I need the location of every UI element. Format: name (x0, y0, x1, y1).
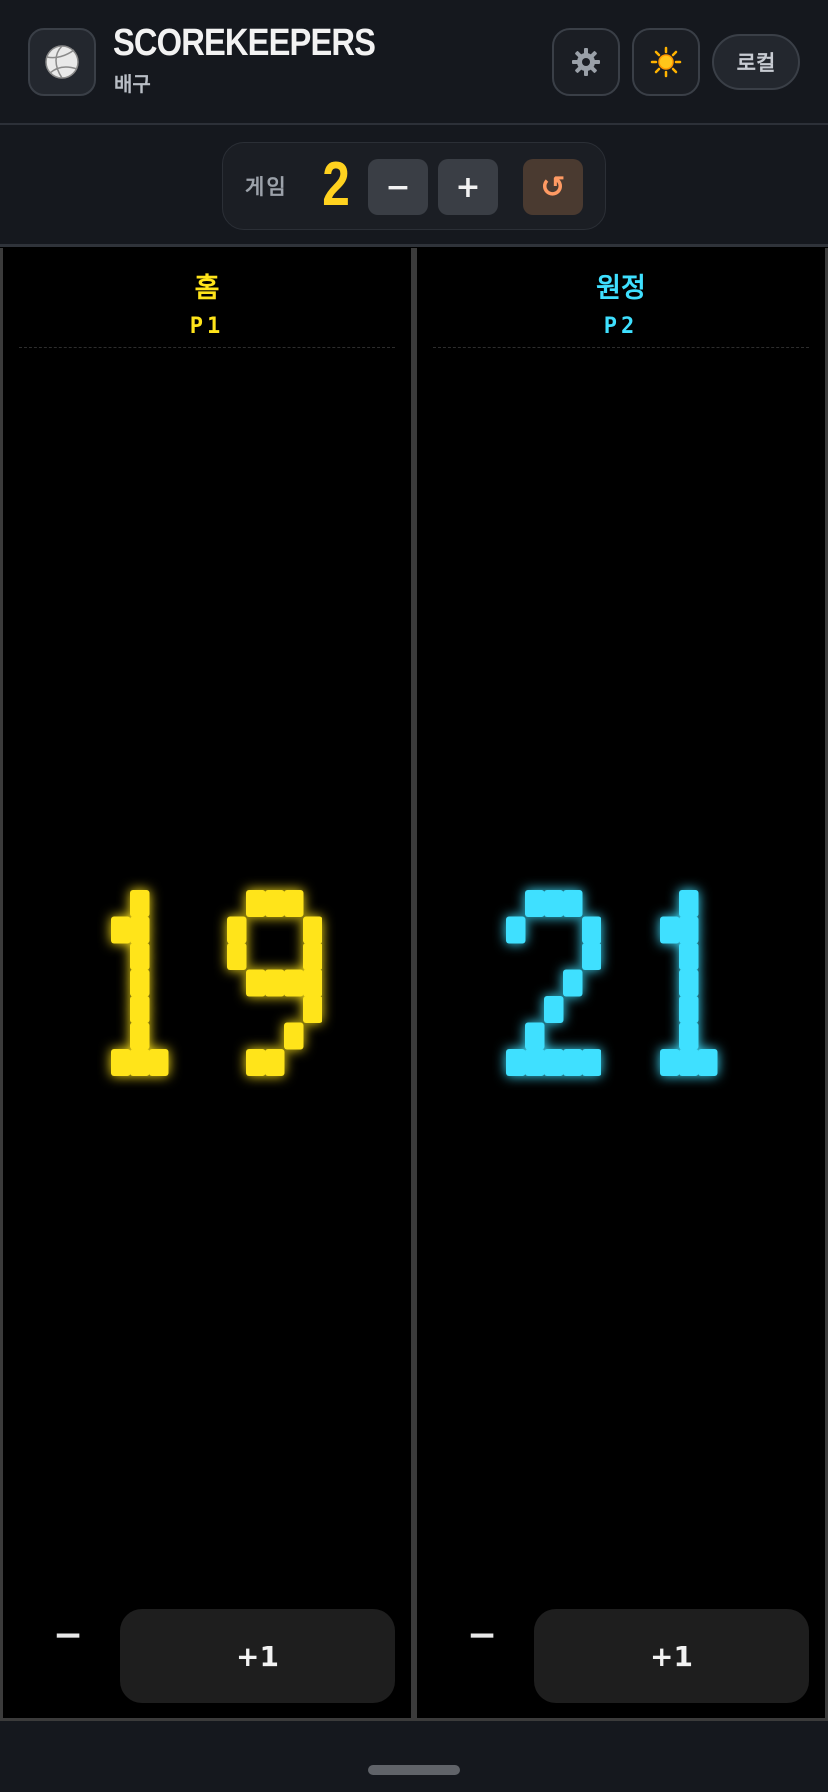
game-label: 게임 (245, 175, 288, 199)
digit-segment (506, 916, 526, 944)
sport-subtitle: 배구 (114, 72, 151, 96)
digit-segment (265, 890, 285, 917)
digit-segment (679, 916, 699, 944)
digit-segment (679, 969, 699, 997)
digit-segment (544, 1049, 564, 1076)
away-team-panel[interactable]: 원정 P2 − +1 (414, 248, 828, 1720)
digit-segment (303, 996, 322, 1023)
digit-segment (265, 969, 285, 997)
digit-segment (544, 890, 564, 917)
theme-toggle-button[interactable] (632, 28, 700, 96)
digit-segment (246, 1049, 266, 1076)
digit-segment (525, 890, 545, 917)
game-bar-section: 게임 2 − + ↺ (0, 125, 828, 247)
app-title: SCOREKEEPERS (113, 22, 376, 64)
top-header: SCOREKEEPERS 배구 로컬 (0, 0, 828, 125)
digit-segment (563, 1049, 583, 1076)
divider (433, 347, 809, 348)
player-tag: P1 (189, 314, 225, 339)
digit-segment (130, 969, 150, 997)
digit-segment (679, 890, 699, 917)
divider (19, 347, 395, 348)
digit-segment (698, 1049, 718, 1076)
digit-segment (111, 1049, 131, 1076)
home-minus-button[interactable]: − (33, 1610, 103, 1660)
team-name: 홈 (194, 273, 220, 304)
digit-segment (284, 890, 304, 917)
digit-segment (582, 916, 601, 944)
digit-segment (563, 890, 583, 917)
digit-segment (130, 1049, 150, 1076)
game-number: 2 (322, 150, 350, 219)
digit-segment (130, 943, 150, 970)
digit-segment (679, 1022, 699, 1050)
digit-segment (303, 916, 322, 944)
score-digit (506, 890, 601, 1076)
away-minus-button[interactable]: − (447, 1610, 517, 1660)
app: SCOREKEEPERS 배구 로컬 게임 2 − + ↺ 홈 P1 − +1 … (0, 0, 828, 1792)
home-indicator[interactable] (368, 1765, 460, 1775)
sun-icon (650, 46, 682, 78)
game-decrement-button[interactable]: − (368, 159, 428, 215)
score-digit (227, 890, 322, 1076)
player-tag: P2 (603, 314, 639, 339)
digit-segment (265, 1049, 285, 1076)
digit-segment (525, 1022, 545, 1050)
digit-segment (582, 1049, 601, 1076)
volleyball-icon (45, 45, 79, 79)
local-mode-button[interactable]: 로컬 (712, 34, 800, 90)
digit-segment (660, 916, 680, 944)
digit-segment (679, 1049, 699, 1076)
digit-segment (303, 969, 322, 997)
game-control-bar: 게임 2 − + ↺ (222, 142, 606, 230)
digit-segment (303, 943, 322, 970)
game-increment-button[interactable]: + (438, 159, 498, 215)
digit-segment (149, 1049, 169, 1076)
digit-segment (130, 890, 150, 917)
digit-segment (679, 943, 699, 970)
reset-button[interactable]: ↺ (523, 159, 583, 215)
digit-segment (563, 969, 583, 997)
digit-segment (582, 943, 601, 970)
digit-segment (544, 996, 564, 1023)
team-name: 원정 (596, 273, 646, 304)
away-plus-one-button[interactable]: +1 (534, 1609, 809, 1703)
digit-segment (130, 996, 150, 1023)
footer-bar (0, 1721, 828, 1792)
score-digit (111, 890, 169, 1076)
digit-segment (525, 1049, 545, 1076)
digit-segment (130, 1022, 150, 1050)
home-score-display (3, 890, 411, 1080)
digit-segment (679, 996, 699, 1023)
home-plus-one-button[interactable]: +1 (120, 1609, 395, 1703)
score-digit (660, 890, 718, 1076)
digit-segment (284, 969, 304, 997)
digit-segment (130, 916, 150, 944)
logo-button[interactable] (28, 28, 96, 96)
digit-segment (227, 943, 247, 970)
home-team-panel[interactable]: 홈 P1 − +1 (0, 248, 414, 1720)
digit-segment (246, 890, 266, 917)
digit-segment (660, 1049, 680, 1076)
away-score-display (417, 890, 825, 1080)
digit-segment (284, 1022, 304, 1050)
digit-segment (227, 916, 247, 944)
digit-segment (246, 969, 266, 997)
digit-segment (506, 1049, 526, 1076)
digit-segment (111, 916, 131, 944)
settings-button[interactable] (552, 28, 620, 96)
gear-icon (572, 48, 600, 76)
